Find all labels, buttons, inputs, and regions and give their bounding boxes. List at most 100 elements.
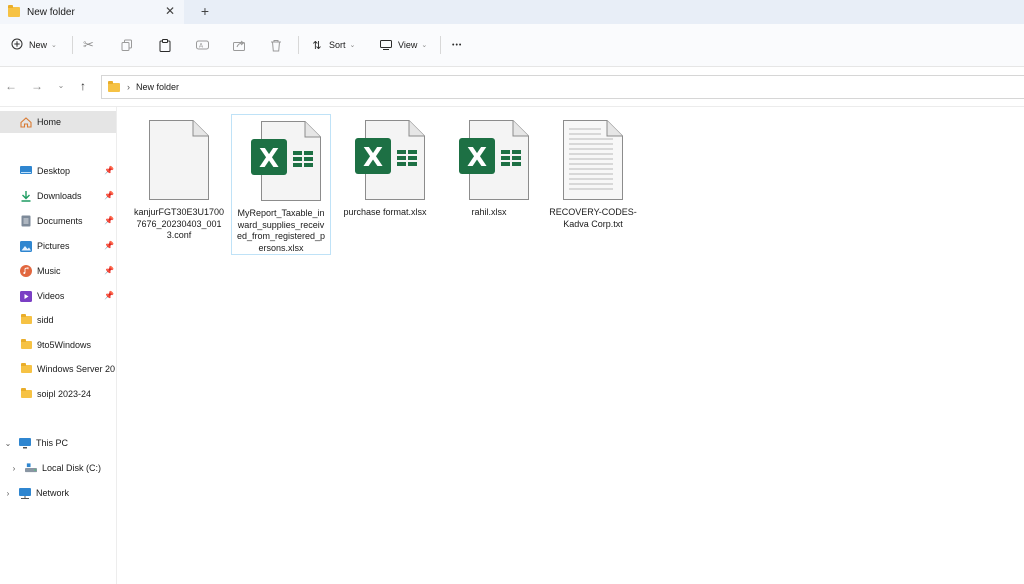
file-name: RECOVERY-CODES-Kadva Corp.txt [549, 207, 637, 229]
pin-icon: 📌 [104, 191, 114, 200]
divider [72, 36, 73, 54]
sidebar-item-windows-server[interactable]: Windows Server 20 [0, 358, 116, 380]
tab-new-folder[interactable]: New folder ✕ [0, 0, 184, 24]
sidebar-item-music[interactable]: Music 📌 [0, 260, 116, 282]
file-name: rahil.xlsx [471, 207, 507, 217]
desktop-icon [20, 165, 32, 177]
view-label: View [398, 40, 418, 50]
sidebar-item-label: Music [37, 266, 61, 276]
pin-icon: 📌 [104, 291, 114, 300]
file-item[interactable]: RECOVERY-CODES-Kadva Corp.txt [543, 114, 643, 230]
pin-icon: 📌 [104, 166, 114, 175]
sidebar-item-label: sidd [37, 315, 54, 325]
text-file-icon [563, 120, 623, 200]
copy-icon[interactable] [121, 34, 133, 56]
chevron-down-icon: ⌄ [51, 42, 57, 49]
breadcrumb-chevron-icon: › [127, 82, 130, 92]
view-button[interactable]: View ⌄ [378, 34, 427, 56]
file-name: purchase format.xlsx [343, 207, 427, 217]
sort-button[interactable]: ⇅ Sort ⌄ [309, 34, 355, 56]
folder-icon [8, 5, 20, 17]
sidebar-item-label: soipl 2023-24 [37, 389, 92, 399]
title-bar: New folder ✕ + [0, 0, 1024, 24]
excel-file-icon: X [355, 120, 425, 200]
view-icon [378, 38, 394, 53]
new-tab-button[interactable]: + [197, 3, 213, 19]
chevron-right-icon[interactable]: › [3, 489, 13, 498]
address-bar-row: ← → ⌄ ↑ › New folder [0, 67, 1024, 107]
up-arrow-icon[interactable]: ↑ [76, 79, 90, 93]
back-arrow-icon[interactable]: ← [4, 79, 18, 93]
folder-icon [20, 363, 32, 375]
new-label: New [29, 40, 48, 50]
recent-locations-chevron-icon[interactable]: ⌄ [54, 79, 68, 93]
cut-icon[interactable]: ✂ [83, 34, 99, 56]
delete-icon[interactable] [270, 34, 282, 56]
sidebar-item-label: Documents [37, 216, 83, 226]
pictures-icon [20, 240, 32, 252]
file-item[interactable]: X rahil.xlsx [439, 114, 539, 219]
paste-icon[interactable] [159, 34, 171, 56]
svg-text:A: A [199, 43, 204, 50]
sidebar-item-label: 9to5Windows [37, 340, 92, 350]
sidebar-item-downloads[interactable]: Downloads 📌 [0, 185, 116, 207]
home-icon [20, 116, 32, 128]
generic-file-icon [149, 120, 209, 200]
svg-text:X: X [259, 144, 279, 174]
file-item[interactable]: X purchase format.xlsx [335, 114, 435, 219]
share-icon[interactable] [233, 34, 246, 56]
chevron-down-icon[interactable]: ⌄ [3, 439, 13, 448]
sidebar-item-network[interactable]: › Network [0, 482, 116, 504]
sidebar-item-documents[interactable]: Documents 📌 [0, 210, 116, 232]
sidebar-item-soipl[interactable]: soipl 2023-24 [0, 383, 116, 405]
sidebar-item-9to5windows[interactable]: 9to5Windows [0, 334, 116, 356]
sidebar-item-home[interactable]: Home [0, 111, 116, 133]
close-tab-icon[interactable]: ✕ [163, 4, 177, 18]
network-icon [19, 487, 31, 499]
sidebar-item-label: Home [37, 117, 62, 127]
sidebar-item-pictures[interactable]: Pictures 📌 [0, 235, 116, 257]
file-name: kanjurFGT30E3U17007676_20230403_0013.con… [133, 207, 225, 240]
rename-icon[interactable]: A [196, 34, 209, 56]
sidebar-item-this-pc[interactable]: ⌄ This PC [0, 432, 116, 454]
breadcrumb[interactable]: New folder [136, 82, 179, 92]
sidebar-item-label: Local Disk (C:) [42, 463, 102, 473]
sidebar-item-local-disk[interactable]: › Local Disk (C:) [0, 457, 116, 479]
divider [440, 36, 441, 54]
tab-title: New folder [27, 6, 75, 18]
sidebar-item-label: Videos [37, 291, 65, 301]
file-view: kanjurFGT30E3U17007676_20230403_0013.con… [117, 107, 1024, 584]
divider [298, 36, 299, 54]
forward-arrow-icon[interactable]: → [30, 79, 44, 93]
sidebar-item-label: Network [36, 488, 70, 498]
sidebar-item-desktop[interactable]: Desktop 📌 [0, 160, 116, 182]
drive-icon [25, 462, 37, 474]
music-icon [20, 265, 32, 277]
sidebar-item-label: This PC [36, 438, 69, 448]
file-name: MyReport_Taxable_inward_supplies_receive… [236, 208, 326, 253]
pin-icon: 📌 [104, 266, 114, 275]
folder-icon [20, 339, 32, 351]
sort-arrows-icon: ⇅ [312, 39, 322, 52]
computer-icon [19, 437, 31, 449]
navigation-pane: Home Desktop 📌 Downloads 📌 Documents 📌 P… [0, 107, 117, 584]
chevron-down-icon: ⌄ [421, 42, 428, 49]
file-item-selected[interactable]: X MyReport_Taxable_inward_supplies_recei… [231, 114, 331, 255]
folder-icon [108, 80, 120, 92]
chevron-right-icon[interactable]: › [9, 464, 19, 473]
svg-text:X: X [363, 143, 383, 173]
new-button[interactable]: New ⌄ [9, 34, 57, 56]
pin-icon: 📌 [104, 241, 114, 250]
excel-file-icon: X [251, 121, 321, 201]
sidebar-item-sidd[interactable]: sidd [0, 309, 116, 331]
sidebar-item-label: Windows Server 20 [37, 364, 116, 374]
address-bar[interactable]: › New folder [101, 75, 1024, 99]
plus-circle-icon [9, 38, 25, 53]
more-options-button[interactable]: ••• [452, 34, 462, 56]
sort-label: Sort [329, 40, 346, 50]
sidebar-item-label: Desktop [37, 166, 71, 176]
sidebar-item-videos[interactable]: Videos 📌 [0, 285, 116, 307]
file-item[interactable]: kanjurFGT30E3U17007676_20230403_0013.con… [129, 114, 229, 242]
excel-file-icon: X [459, 120, 529, 200]
folder-icon [20, 314, 32, 326]
